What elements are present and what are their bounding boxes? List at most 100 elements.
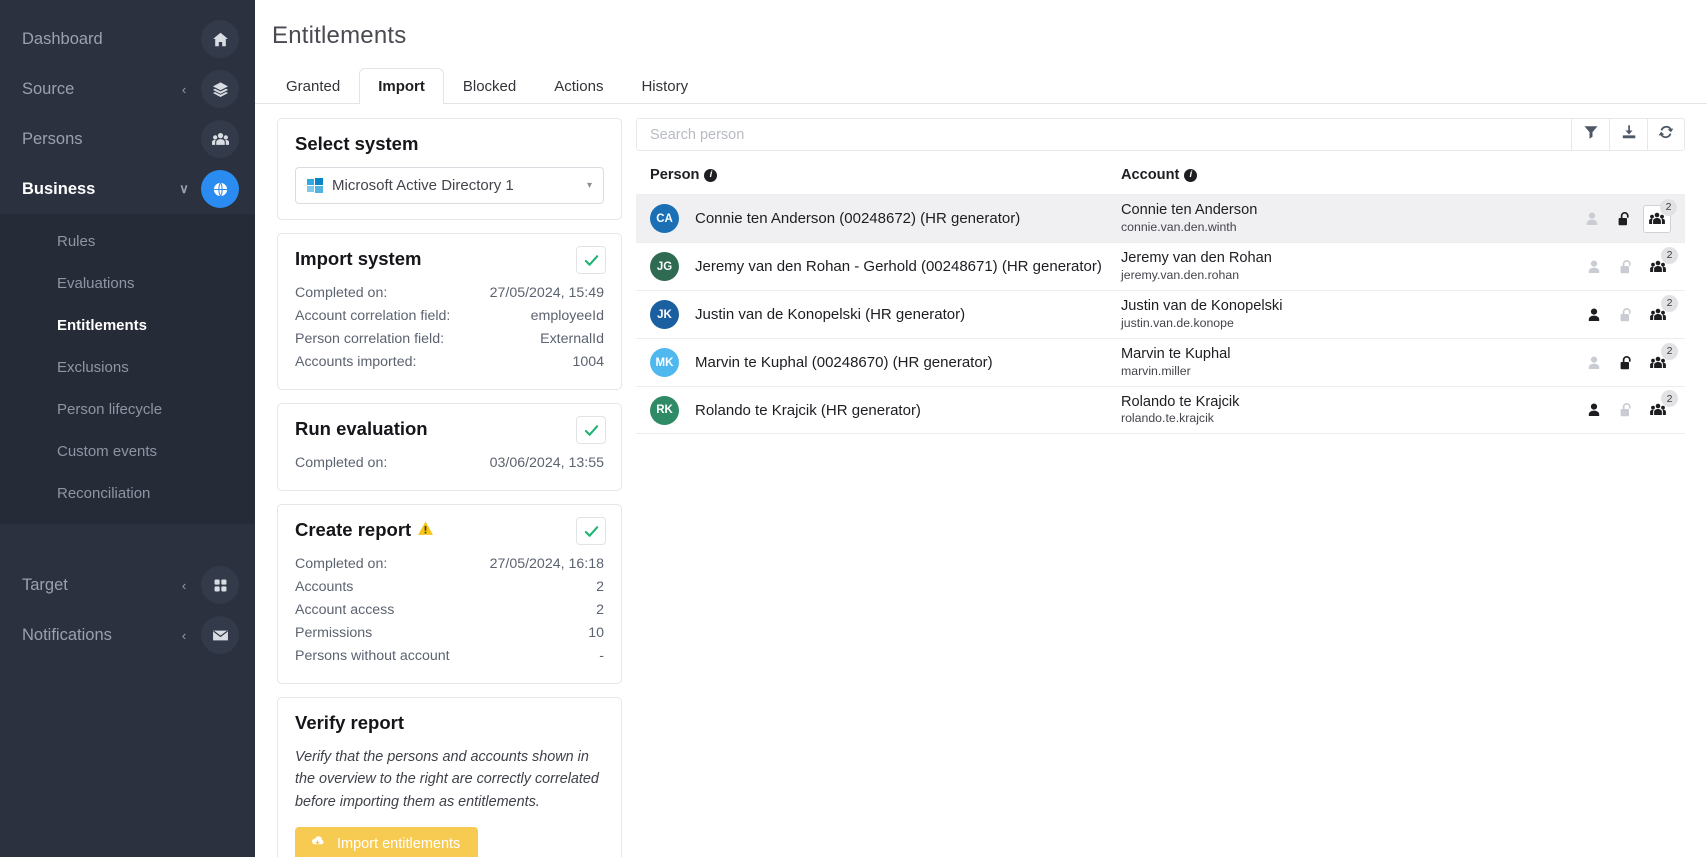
sidebar-subitem-person-lifecycle[interactable]: Person lifecycle [0,388,255,430]
person-icon[interactable] [1581,350,1607,376]
detail-value: 10 [588,622,604,645]
sidebar-subitem-label: Custom events [57,443,157,460]
content-area: Select system Microsoft Active Directory… [255,104,1707,857]
detail-row: Accounts imported:1004 [295,351,604,374]
sidebar-subitem-label: Exclusions [57,359,129,376]
detail-row: Completed on:03/06/2024, 13:55 [295,452,604,475]
info-icon[interactable]: i [704,169,717,182]
sidebar-item-target[interactable]: Target‹ [0,560,255,610]
verify-report-description: Verify that the persons and accounts sho… [295,746,604,813]
avatar: JK [650,300,679,329]
create-report-card: Create report Completed on:27/05/2024, 1… [277,504,622,684]
sidebar-subitem-evaluations[interactable]: Evaluations [0,262,255,304]
person-cell: RK Rolando te Krajcik (HR generator) [650,396,1121,425]
account-name: Marvin te Kuphal [1121,345,1231,363]
account-login: justin.van.de.konope [1121,316,1282,332]
sidebar-item-source[interactable]: Source‹ [0,64,255,114]
import-entitlements-button[interactable]: Import entitlements [295,827,478,857]
sidebar-subitem-entitlements[interactable]: Entitlements [0,304,255,346]
table-row[interactable]: MKMarvin te Kuphal (00248670) (HR genera… [636,338,1685,386]
table-row[interactable]: JKJustin van de Konopelski (HR generator… [636,290,1685,338]
sidebar-item-label: Source [22,80,179,99]
detail-row: Person correlation field:ExternalId [295,328,604,351]
sidebar-item-business[interactable]: Business∨ [0,164,255,214]
detail-value: 2 [596,599,604,622]
detail-key: Account correlation field: [295,305,450,328]
person-icon[interactable] [1581,397,1607,423]
tab-blocked[interactable]: Blocked [444,68,535,104]
group-icon[interactable]: 2 [1645,302,1671,328]
account-name: Connie ten Anderson [1121,201,1257,219]
tab-label: Granted [286,78,340,95]
chevron-left-icon: ‹ [179,578,189,593]
sidebar-item-label: Persons [22,130,179,149]
avatar: CA [650,204,679,233]
detail-row: Completed on:27/05/2024, 15:49 [295,282,604,305]
unlock-icon[interactable] [1613,350,1639,376]
detail-value: 03/06/2024, 13:55 [490,452,604,475]
sidebar-subitem-reconciliation[interactable]: Reconciliation [0,472,255,514]
run-evaluation-title: Run evaluation [295,418,604,440]
unlock-icon[interactable] [1613,397,1639,423]
account-name: Jeremy van den Rohan [1121,249,1272,267]
main-area: Entitlements GrantedImportBlockedActions… [255,0,1707,857]
person-icon[interactable] [1581,302,1607,328]
sidebar-item-persons[interactable]: Persons [0,114,255,164]
refresh-button[interactable] [1647,118,1685,151]
sidebar-subitem-rules[interactable]: Rules [0,220,255,262]
tab-actions[interactable]: Actions [535,68,622,104]
info-icon[interactable]: i [1184,169,1197,182]
tab-label: Actions [554,78,603,95]
detail-row: Persons without account- [295,645,604,668]
column-header-person: Person i [650,167,1121,183]
tab-history[interactable]: History [622,68,707,104]
group-icon[interactable]: 2 [1643,205,1671,233]
detail-value: 2 [596,576,604,599]
app-root: DashboardSource‹PersonsBusiness∨ RulesEv… [0,0,1707,857]
person-table-column: Person i Account i CAConnie ten Anderson… [636,118,1685,857]
filter-button[interactable] [1571,118,1609,151]
detail-key: Account access [295,599,394,622]
row-actions: 2 [1551,254,1671,280]
group-icon[interactable]: 2 [1645,350,1671,376]
account-cell: Justin van de Konopelskijustin.van.de.ko… [1121,297,1551,331]
table-row[interactable]: CAConnie ten Anderson (00248672) (HR gen… [636,194,1685,242]
create-report-rows: Completed on:27/05/2024, 16:18Accounts2A… [295,553,604,668]
sidebar-item-dashboard[interactable]: Dashboard [0,14,255,64]
detail-key: Persons without account [295,645,450,668]
unlock-icon[interactable] [1613,254,1639,280]
sidebar-item-label: Target [22,576,179,595]
layers-icon [201,70,239,108]
import-wizard-column: Select system Microsoft Active Directory… [277,118,622,857]
sidebar-subitem-custom-events[interactable]: Custom events [0,430,255,472]
group-icon[interactable]: 2 [1645,254,1671,280]
detail-value: 1004 [572,351,604,374]
person-name: Rolando te Krajcik (HR generator) [695,402,921,419]
sidebar-subitem-exclusions[interactable]: Exclusions [0,346,255,388]
sidebar-item-notifications[interactable]: Notifications‹ [0,610,255,660]
chevron-left-icon: ‹ [179,82,189,97]
person-name: Jeremy van den Rohan - Gerhold (00248671… [695,258,1102,275]
group-count-badge: 2 [1661,295,1678,312]
sidebar-item-label: Notifications [22,626,179,645]
detail-key: Accounts [295,576,353,599]
verify-report-card: Verify report Verify that the persons an… [277,697,622,857]
person-cell: JG Jeremy van den Rohan - Gerhold (002486… [650,252,1121,281]
avatar: JG [650,252,679,281]
tab-import[interactable]: Import [359,68,444,104]
system-select[interactable]: Microsoft Active Directory 1 ▾ [295,167,604,204]
person-icon[interactable] [1581,254,1607,280]
unlock-icon[interactable] [1613,302,1639,328]
table-row[interactable]: RK Rolando te Krajcik (HR generator)Rolan… [636,386,1685,434]
search-input[interactable] [636,118,1571,151]
person-icon[interactable] [1579,206,1605,232]
row-actions: 2 [1551,302,1671,328]
tab-granted[interactable]: Granted [267,68,359,104]
avatar: RK [650,396,679,425]
download-icon [1621,124,1637,145]
export-button[interactable] [1609,118,1647,151]
sidebar-spacer [0,524,255,560]
table-row[interactable]: JG Jeremy van den Rohan - Gerhold (002486… [636,242,1685,290]
group-icon[interactable]: 2 [1645,397,1671,423]
unlock-icon[interactable] [1611,206,1637,232]
